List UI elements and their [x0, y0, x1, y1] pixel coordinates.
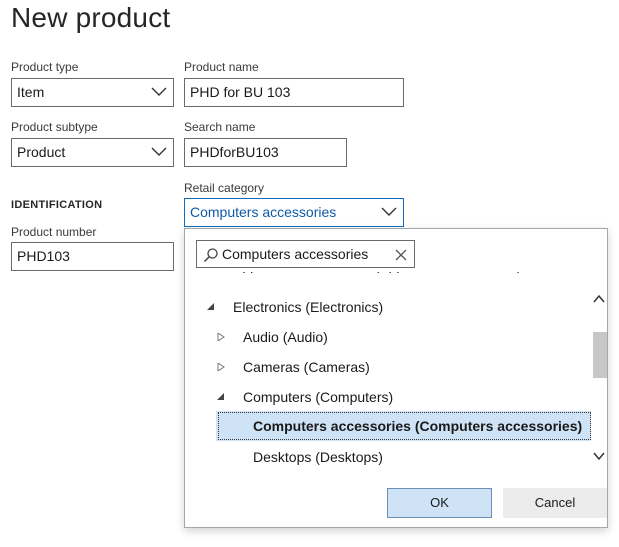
page-title: New product — [11, 2, 171, 33]
tree-item-label: Electronics (Electronics) — [233, 299, 384, 315]
tree-item-cameras[interactable]: Cameras (Cameras) — [185, 352, 591, 382]
clear-icon[interactable] — [394, 248, 408, 262]
identification-header: IDENTIFICATION — [11, 199, 103, 211]
tree-item-electronics[interactable]: Electronics (Electronics) — [185, 292, 591, 322]
tree-item-label: Desktops (Desktops) — [253, 449, 383, 465]
product-name-value: PHD for BU 103 — [190, 84, 291, 100]
cancel-button[interactable]: Cancel — [503, 488, 607, 518]
tree-item-computers-accessories[interactable]: Computers accessories (Computers accesso… — [216, 411, 591, 441]
tree-item-label: Audio (Audio) — [243, 329, 328, 345]
tree-item-label: Apparel and Footwear (Apparel and Footwe… — [233, 272, 522, 280]
tree-item-apparel[interactable]: Apparel and Footwear (Apparel and Footwe… — [185, 272, 591, 280]
tree-item-label: Cameras (Cameras) — [243, 359, 370, 375]
product-type-value: Item — [17, 84, 45, 100]
search-icon — [203, 248, 218, 263]
search-name-label: Search name — [184, 120, 256, 134]
category-search-input[interactable]: Computers accessories — [196, 240, 415, 268]
category-tree: Apparel and Footwear (Apparel and Footwe… — [185, 272, 591, 477]
product-subtype-select[interactable]: Product — [11, 138, 174, 167]
expand-triangle-icon[interactable] — [217, 333, 225, 341]
retail-category-value: Computers accessories — [190, 204, 337, 220]
tree-item-desktops[interactable]: Desktops (Desktops) — [185, 442, 591, 472]
product-type-select[interactable]: Item — [11, 78, 174, 107]
product-number-label: Product number — [11, 225, 97, 239]
product-name-label: Product name — [184, 60, 259, 74]
tree-scrollbar[interactable] — [591, 279, 607, 469]
tree-item-label: Computers accessories (Computers accesso… — [253, 418, 583, 434]
expand-triangle-icon[interactable] — [217, 363, 225, 371]
scrollbar-thumb[interactable] — [593, 332, 607, 378]
category-search-value: Computers accessories — [222, 246, 369, 262]
scroll-up-icon[interactable] — [593, 294, 605, 304]
tree-item-audio[interactable]: Audio (Audio) — [185, 322, 591, 352]
retail-category-label: Retail category — [184, 181, 265, 195]
tree-item-computers[interactable]: Computers (Computers) — [185, 382, 591, 412]
collapse-triangle-icon[interactable] — [217, 393, 225, 401]
ok-button[interactable]: OK — [387, 488, 492, 518]
product-name-field[interactable]: PHD for BU 103 — [184, 78, 404, 107]
tree-item-label: Computers (Computers) — [243, 389, 394, 405]
product-type-label: Product type — [11, 60, 79, 74]
scroll-down-icon[interactable] — [593, 451, 605, 461]
product-subtype-label: Product subtype — [11, 120, 98, 134]
collapse-triangle-icon[interactable] — [207, 303, 215, 311]
retail-category-select[interactable]: Computers accessories — [184, 198, 404, 227]
search-name-value: PHDforBU103 — [190, 144, 279, 160]
chevron-down-icon[interactable] — [151, 87, 167, 97]
chevron-down-icon[interactable] — [151, 147, 167, 157]
product-subtype-value: Product — [17, 144, 66, 160]
search-name-field[interactable]: PHDforBU103 — [184, 138, 347, 167]
product-number-value: PHD103 — [17, 248, 70, 264]
chevron-down-icon[interactable] — [381, 207, 397, 217]
retail-category-flyout: Computers accessories Apparel and Footwe… — [184, 228, 608, 528]
product-number-field[interactable]: PHD103 — [11, 242, 174, 271]
